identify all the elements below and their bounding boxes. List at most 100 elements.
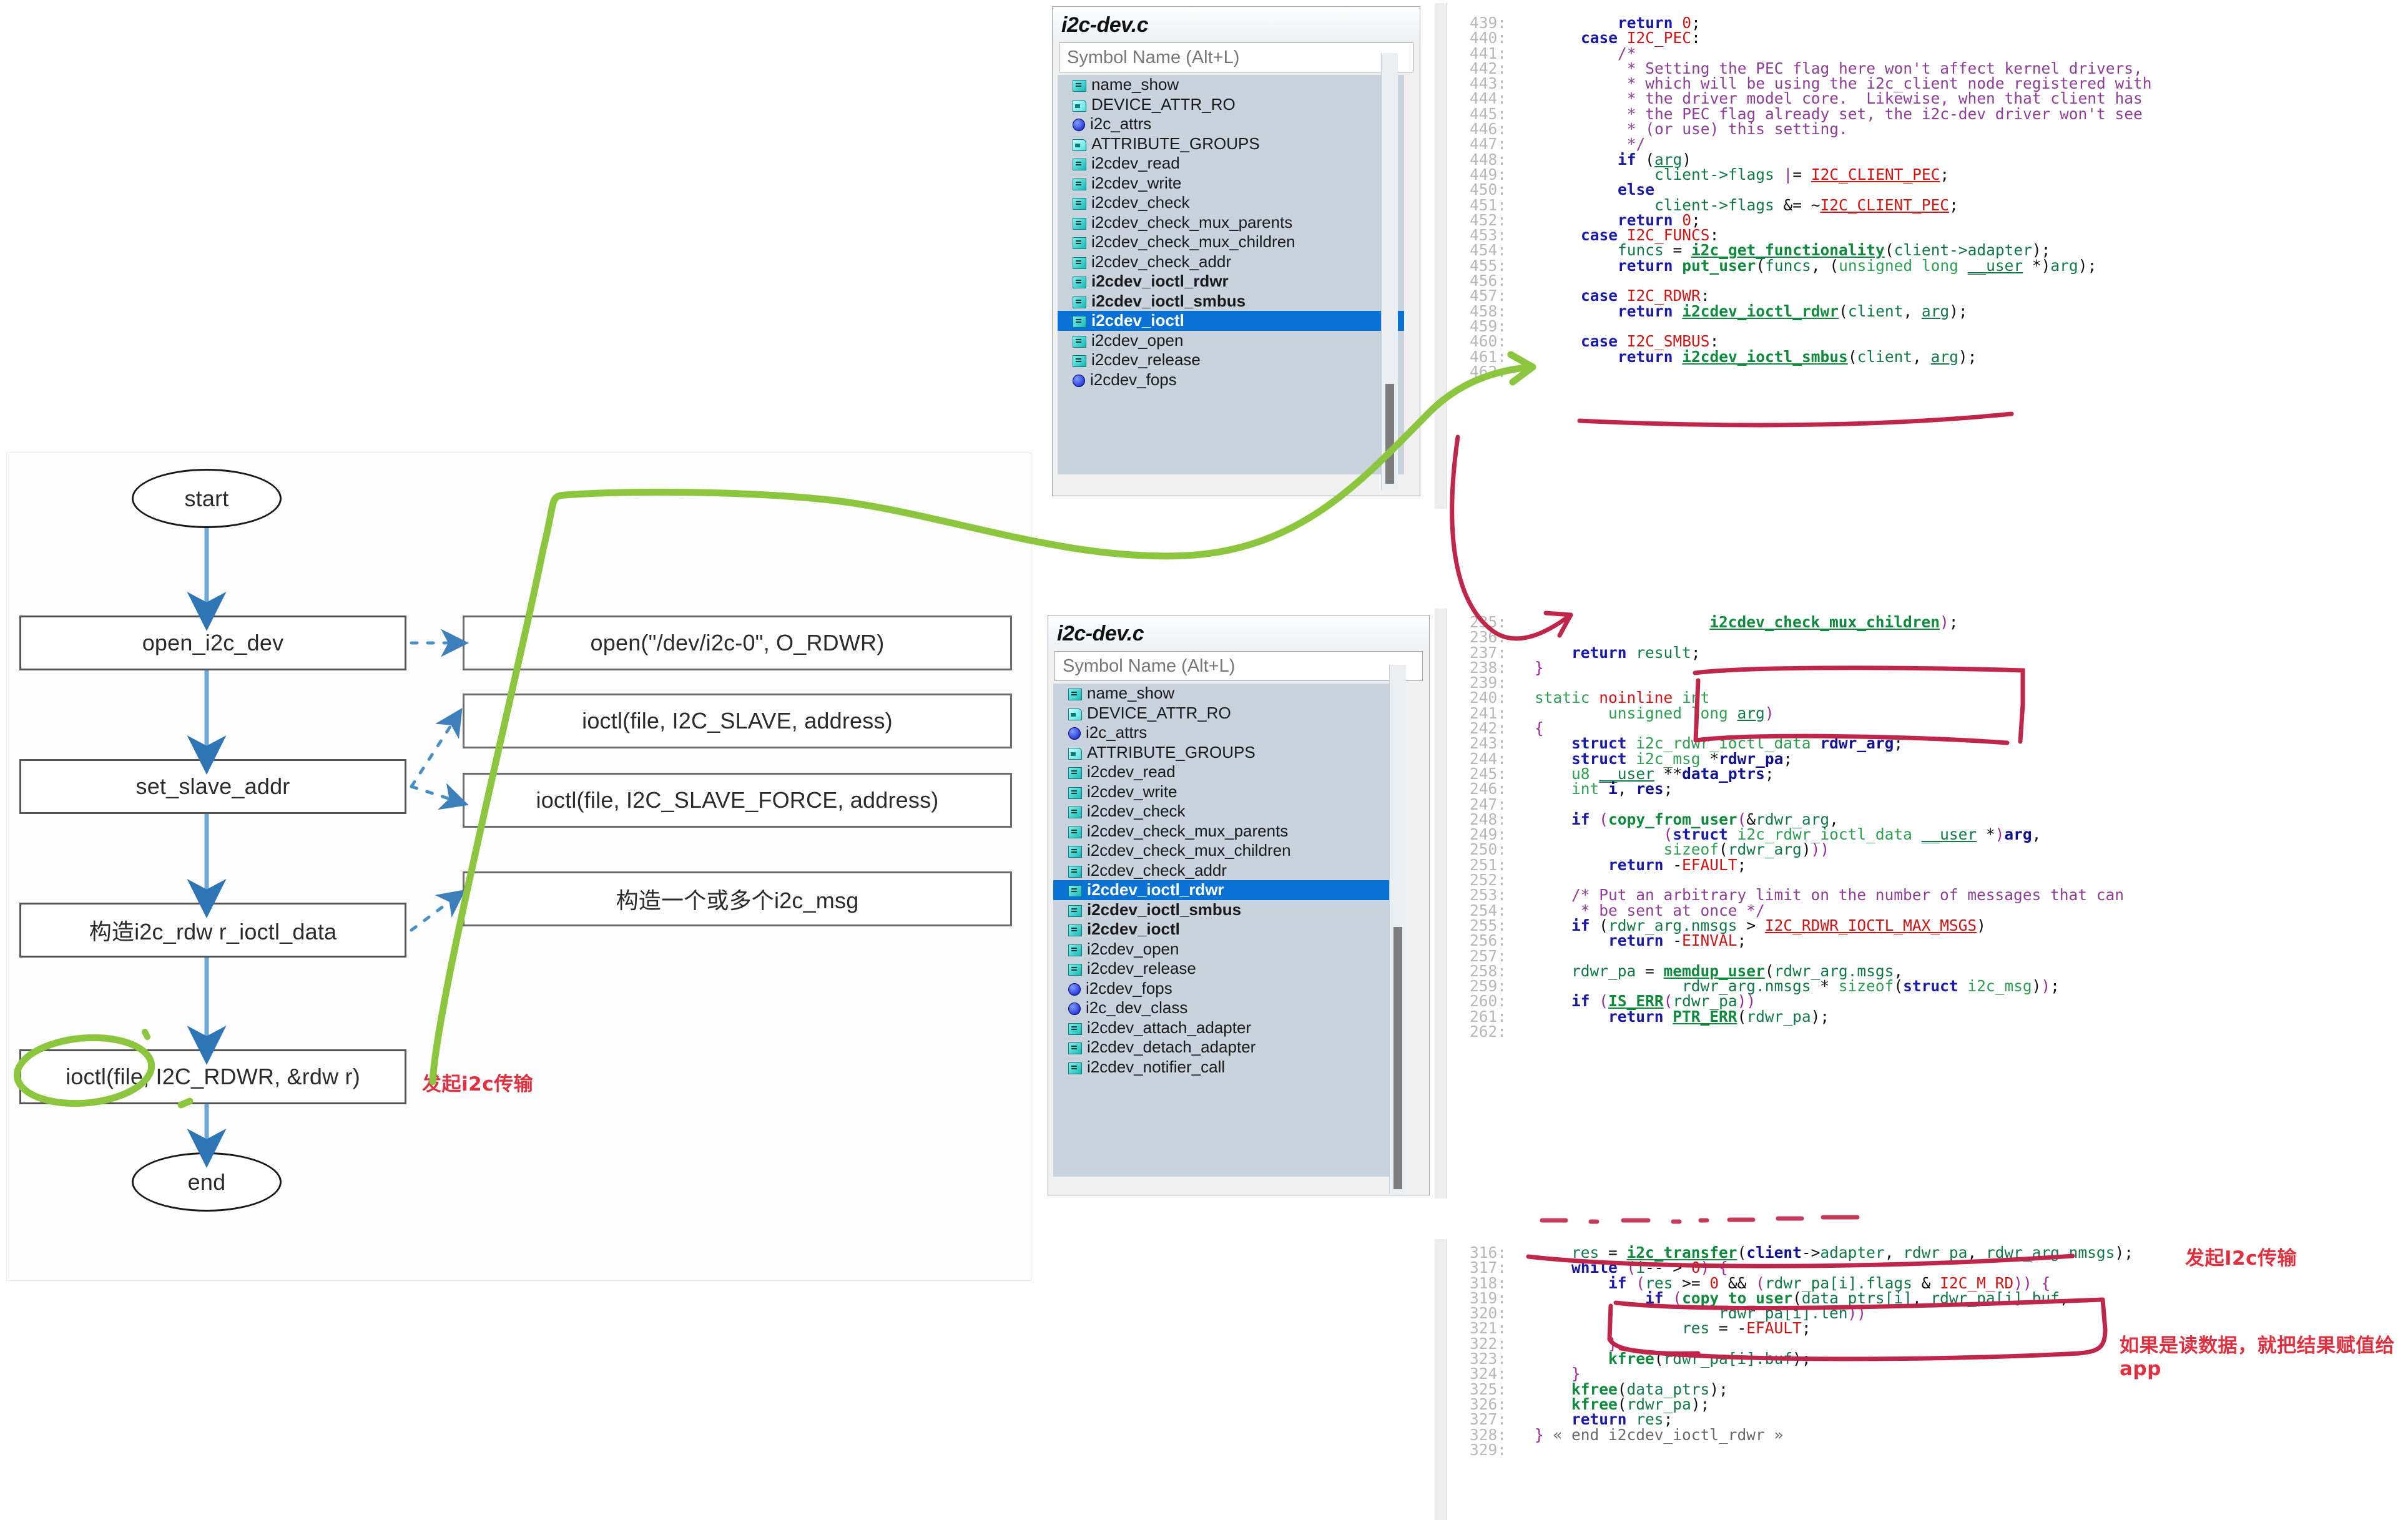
symbol-list-item[interactable]: DEVICE_ATTR_RO [1058,95,1404,115]
symbol-list-item[interactable]: i2cdev_attach_adapter [1053,1018,1406,1038]
function-icon [1068,944,1082,956]
symbol-list-item-label: i2cdev_open [1091,330,1184,350]
symbol-list-item[interactable]: i2cdev_open [1058,331,1404,351]
symbol-list-item[interactable]: i2c_dev_class [1053,998,1406,1018]
symbol-list-item[interactable]: i2cdev_check_mux_parents [1058,213,1404,233]
panel-title-top: i2c-dev.c [1053,7,1420,41]
symbol-list-item[interactable]: i2cdev_detach_adapter [1053,1037,1406,1057]
function-icon [1073,198,1086,210]
symbol-list-item[interactable]: i2c_attrs [1053,723,1406,743]
symbol-list-scrollbar-mid[interactable] [1389,665,1406,1194]
function-icon [1068,865,1082,878]
code-view-mid[interactable]: 235: 236: 237: 238: 239: 240: 241: 242: … [1435,609,2408,1329]
symbol-list-item[interactable]: i2cdev_ioctl [1058,311,1404,331]
symbol-list-item[interactable]: i2cdev_fops [1053,979,1406,999]
panel-title-mid: i2c-dev.c [1048,615,1429,650]
symbol-list-item[interactable]: i2cdev_ioctl_smbus [1053,900,1406,920]
function-icon [1068,924,1082,936]
symbol-panel-top: i2c-dev.c Symbol Name (Alt+L) name_show D… [1052,6,1420,496]
symbol-list-item-label: i2cdev_fops [1090,370,1177,389]
function-icon [1073,80,1086,92]
symbol-list-item-label: i2cdev_ioctl_rdwr [1091,272,1229,290]
symbol-list-item-label: ATTRIBUTE_GROUPS [1087,742,1256,762]
symbol-list-item-label: i2cdev_ioctl_rdwr [1087,880,1224,899]
symbol-list-item[interactable]: i2cdev_check_addr [1058,252,1404,272]
symbol-list-item[interactable]: i2cdev_ioctl_rdwr [1053,880,1406,900]
symbol-search-input-top[interactable]: Symbol Name (Alt+L) [1059,42,1413,72]
symbol-list-item[interactable]: i2cdev_release [1053,959,1406,979]
symbol-list-item-label: i2c_dev_class [1086,998,1188,1017]
flow-arrows [187,528,469,1168]
function-icon [1073,355,1086,367]
function-icon [1068,767,1082,779]
symbol-list-item[interactable]: i2cdev_check [1058,193,1404,213]
symbol-list-item[interactable]: name_show [1058,75,1404,95]
code-margin-bar [1435,609,1447,1199]
macro-icon [1068,747,1082,760]
symbol-list-item[interactable]: i2c_attrs [1058,114,1404,134]
symbol-list-item-label: i2cdev_check_addr [1087,860,1227,880]
symbol-list-item[interactable]: i2cdev_check_mux_children [1053,841,1406,861]
symbol-list-item[interactable]: i2cdev_write [1058,174,1404,194]
symbol-list-item[interactable]: DEVICE_ATTR_RO [1053,704,1406,723]
symbol-list-item[interactable]: i2cdev_check [1053,802,1406,821]
symbol-list-item[interactable]: i2cdev_write [1053,782,1406,802]
symbol-list-item[interactable]: i2cdev_ioctl [1053,919,1406,939]
symbol-list-item-label: name_show [1091,75,1179,94]
function-icon [1073,178,1086,190]
scrollbar-thumb[interactable] [1393,927,1402,1189]
function-icon [1073,217,1086,230]
symbol-list-item[interactable]: i2cdev_check_addr [1053,861,1406,881]
symbol-list-item[interactable]: i2cdev_ioctl_rdwr [1058,272,1404,292]
symbol-list-item-label: i2cdev_check_addr [1091,252,1232,271]
symbol-list-item-label: name_show [1087,684,1175,702]
function-icon [1073,159,1086,170]
code-view-top[interactable]: 439: 440: 441: 442: 443: 444: 445: 446: … [1435,3,2408,509]
code-line-numbers-bottom: 316: 317: 318: 319: 320: 321: 322: 323: … [1469,1243,1506,1459]
function-icon [1068,1042,1082,1054]
symbol-list-item-label: i2c_attrs [1086,723,1147,742]
symbol-list-item-label: i2cdev_attach_adapter [1087,1017,1252,1037]
function-icon [1068,787,1082,799]
flowchart-annotation: 发起i2c传输 [422,1073,534,1096]
variable-icon [1073,374,1085,387]
function-icon [1068,1062,1082,1074]
symbol-list-item-label: i2c_attrs [1090,114,1152,133]
symbol-list-item[interactable]: i2cdev_open [1053,939,1406,959]
symbol-list-item[interactable]: i2cdev_check_mux_children [1058,232,1404,252]
variable-icon [1068,1003,1081,1015]
symbol-list-item[interactable]: ATTRIBUTE_GROUPS [1058,134,1404,154]
symbol-list-item[interactable]: i2cdev_release [1058,350,1404,370]
macro-icon [1073,99,1086,112]
symbol-list-item-label: i2cdev_detach_adapter [1087,1037,1256,1056]
function-icon [1068,885,1082,897]
symbol-list-item-label: ATTRIBUTE_GROUPS [1091,134,1260,153]
symbol-list-item[interactable]: i2cdev_read [1058,154,1404,174]
symbol-list-item-label: i2cdev_release [1091,350,1201,369]
macro-icon [1073,139,1086,151]
symbol-list-item[interactable]: name_show [1053,684,1406,704]
function-icon [1073,296,1086,308]
symbol-list-item[interactable]: i2cdev_fops [1058,370,1404,390]
symbol-list-top[interactable]: name_show DEVICE_ATTR_RO i2c_attrs ATTRIBUT… [1058,75,1404,474]
symbol-list-item[interactable]: i2cdev_notifier_call [1053,1057,1406,1077]
function-icon [1073,316,1086,328]
symbol-list-item-label: i2cdev_ioctl [1091,311,1184,330]
symbol-search-input-mid[interactable]: Symbol Name (Alt+L) [1054,651,1423,681]
function-icon [1068,826,1082,838]
symbol-list-item[interactable]: i2cdev_ioctl_smbus [1058,292,1404,311]
symbol-list-item-label: i2cdev_check [1087,802,1186,820]
symbol-list-item-label: DEVICE_ATTR_RO [1087,703,1231,722]
symbol-list-item[interactable]: ATTRIBUTE_GROUPS [1053,743,1406,763]
symbol-list-item[interactable]: i2cdev_read [1053,762,1406,782]
function-icon [1068,807,1082,818]
symbol-panel-mid: i2c-dev.c Symbol Name (Alt+L) name_show D… [1048,615,1430,1195]
symbol-list-item[interactable]: i2cdev_check_mux_parents [1053,821,1406,841]
symbol-list-mid[interactable]: name_show DEVICE_ATTR_RO i2c_attrs ATTRIBUT… [1053,684,1406,1177]
variable-icon [1068,983,1081,996]
symbol-list-item-label: i2cdev_fops [1086,978,1172,998]
symbol-list-item-label: i2cdev_ioctl [1087,919,1180,938]
code-line-numbers-top: 439: 440: 441: 442: 443: 444: 445: 446: … [1469,14,1506,381]
scrollbar-thumb[interactable] [1385,384,1394,484]
symbol-list-scrollbar-top[interactable] [1381,53,1398,490]
